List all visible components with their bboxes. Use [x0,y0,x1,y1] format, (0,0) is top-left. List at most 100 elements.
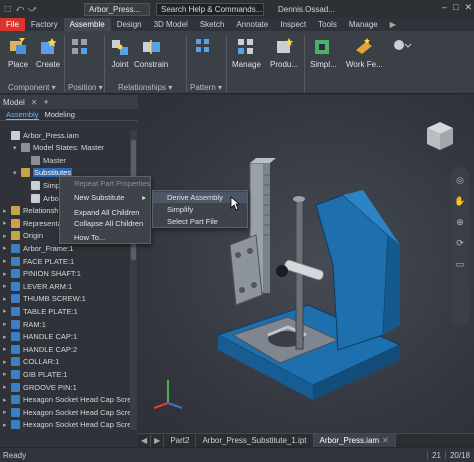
tab-file[interactable]: File [0,18,25,31]
expand-toggle-icon[interactable]: ▾ [13,169,21,177]
tree-item[interactable]: ▸ THUMB SCREW:1 [0,293,86,305]
zoom-icon[interactable]: ⊕ [456,217,464,228]
expand-toggle-icon[interactable]: ▸ [3,383,11,391]
expand-toggle-icon[interactable]: ▸ [3,257,11,265]
expand-toggle-icon[interactable]: ▸ [3,345,11,353]
tree-item[interactable]: ▾ Model States: Master [0,142,104,154]
tab-modeling[interactable]: Modeling [45,110,75,119]
tree-item[interactable]: Arbo [0,192,59,204]
add-tab-icon[interactable]: + [44,97,49,107]
panel-pattern[interactable]: Pattern ▾ [190,83,222,92]
look-at-icon[interactable]: ▭ [456,259,465,270]
menu-item-repeat-part-properties[interactable]: Repeat Part Properties [60,178,150,189]
orbit-icon[interactable]: ⟳ [456,238,464,249]
tree-item[interactable]: Simp [0,179,60,191]
expand-toggle-icon[interactable]: ▸ [3,282,11,290]
play-icon[interactable]: ▶ [384,18,402,31]
tab-annotate[interactable]: Annotate [230,18,274,31]
doc-tab-arbor-press-substitute[interactable]: Arbor_Press_Substitute_1.ipt [196,434,314,447]
tab-factory[interactable]: Factory [25,18,64,31]
pattern-button[interactable] [194,36,214,60]
tree-item[interactable]: ▸ LEVER ARM:1 [0,280,72,292]
expand-toggle-icon[interactable]: ▸ [3,333,11,341]
tree-item[interactable]: ▸ TABLE PLATE:1 [0,305,78,317]
place-button[interactable]: Place [8,36,28,69]
tree-item[interactable]: Master [0,154,66,166]
tab-3d-model[interactable]: 3D Model [148,18,194,31]
panel-relationships[interactable]: Relationships ▾ [118,83,172,92]
create-button[interactable]: Create [36,36,60,69]
menu-item-new-substitute[interactable]: New Substitute ▸ [60,192,150,203]
tree-item[interactable]: ▸ Arbor_Frame:1 [0,242,73,254]
close-icon[interactable]: ✕ [31,98,38,107]
work-features-button[interactable]: Work Fe... [346,36,383,69]
position-button[interactable] [70,36,90,60]
tab-inspect[interactable]: Inspect [274,18,312,31]
ribbon-options-button[interactable] [392,38,412,62]
tab-scroll-left-icon[interactable]: ◀ [138,434,152,447]
tab-design[interactable]: Design [111,18,148,31]
tree-item[interactable]: ▸ GROOVE PIN:1 [0,381,77,393]
tree-item[interactable]: ▸ Hexagon Socket Head Cap Screw [0,406,137,418]
viewcube-icon[interactable] [425,120,455,154]
pan-icon[interactable]: ✋ [454,196,465,207]
tree-item[interactable]: ▸ HANDLE CAP:2 [0,343,77,355]
tree-item[interactable]: ▸ COLLAR:1 [0,356,59,368]
graphics-window[interactable]: ◎ ✋ ⊕ ⟳ ▭ [138,95,474,433]
menu-item-select-part-file[interactable]: Select Part File [153,216,247,227]
tab-sketch[interactable]: Sketch [194,18,230,31]
tab-assemble[interactable]: Assemble [63,18,111,31]
expand-toggle-icon[interactable]: ▸ [3,370,11,378]
tree-item[interactable]: ▸ Hexagon Socket Head Cap Screw [0,394,137,406]
expand-toggle-icon[interactable]: ▸ [3,408,11,416]
user-account[interactable]: Dennis.Ossad... [278,5,335,14]
expand-toggle-icon[interactable]: ▸ [3,396,11,404]
expand-toggle-icon[interactable]: ▸ [3,207,11,215]
tab-tools[interactable]: Tools [312,18,343,31]
save-icon[interactable]: ⬚ [4,4,12,14]
constrain-button[interactable]: Constrain [134,36,168,69]
expand-toggle-icon[interactable]: ▸ [3,295,11,303]
search-input[interactable]: Search Help & Commands... [156,2,264,16]
maximize-icon[interactable]: □ [453,2,458,13]
browser-scrollbar[interactable] [130,130,137,430]
productivity-button[interactable]: Produ... [270,36,298,69]
tree-item[interactable]: ▸ GIB PLATE:1 [0,368,67,380]
tree-item[interactable]: Arbor_Press.iam [0,129,79,141]
arbor-press-model[interactable] [138,95,474,433]
expand-toggle-icon[interactable]: ▸ [3,244,11,252]
tree-item[interactable]: ▸ PINION SHAFT:1 [0,268,81,280]
tab-model[interactable]: Model [3,98,25,107]
doc-tab-part2[interactable]: Part2 [164,434,197,447]
steering-wheel-icon[interactable]: ◎ [456,175,464,186]
expand-toggle-icon[interactable]: ▸ [3,270,11,278]
tab-manage[interactable]: Manage [343,18,384,31]
expand-toggle-icon[interactable]: ▸ [3,219,11,227]
panel-position[interactable]: Position ▾ [68,83,103,92]
expand-toggle-icon[interactable]: ▾ [13,144,21,152]
minimize-icon[interactable]: – [442,2,447,13]
close-tab-icon[interactable]: ✕ [382,436,389,445]
menu-item-collapse-all-children[interactable]: Collapse All Children [60,218,150,229]
joint-button[interactable]: Joint [110,36,130,69]
manage-button[interactable]: Manage [232,36,261,69]
expand-toggle-icon[interactable]: ▸ [3,232,11,240]
tree-item[interactable]: ▸ Origin [0,230,43,242]
undo-icon[interactable]: ⤺ [16,4,25,14]
tab-assembly[interactable]: Assembly [6,110,39,120]
doc-tab-arbor-press-iam[interactable]: Arbor_Press.iam ✕ [313,434,396,447]
expand-toggle-icon[interactable]: ▸ [3,307,11,315]
tab-scroll-right-icon[interactable]: ▶ [151,434,165,447]
simplify-button[interactable]: Simpl... [310,36,337,69]
close-icon[interactable]: ✕ [464,2,472,13]
expand-toggle-icon[interactable]: ▸ [3,358,11,366]
panel-component[interactable]: Component ▾ [8,83,56,92]
tree-item[interactable]: ▸ HANDLE CAP:1 [0,331,77,343]
tree-item[interactable]: ▸ FACE PLATE:1 [0,255,74,267]
redo-icon[interactable]: ⤻ [28,4,37,14]
tree-item[interactable]: ▸ Hexagon Socket Head Cap Screw [0,419,137,431]
expand-toggle-icon[interactable]: ▸ [3,320,11,328]
menu-item-how-to[interactable]: How To... [60,232,150,243]
tree-item[interactable]: ▸ RAM:1 [0,318,46,330]
menu-item-expand-all-children[interactable]: Expand All Children [60,207,150,218]
